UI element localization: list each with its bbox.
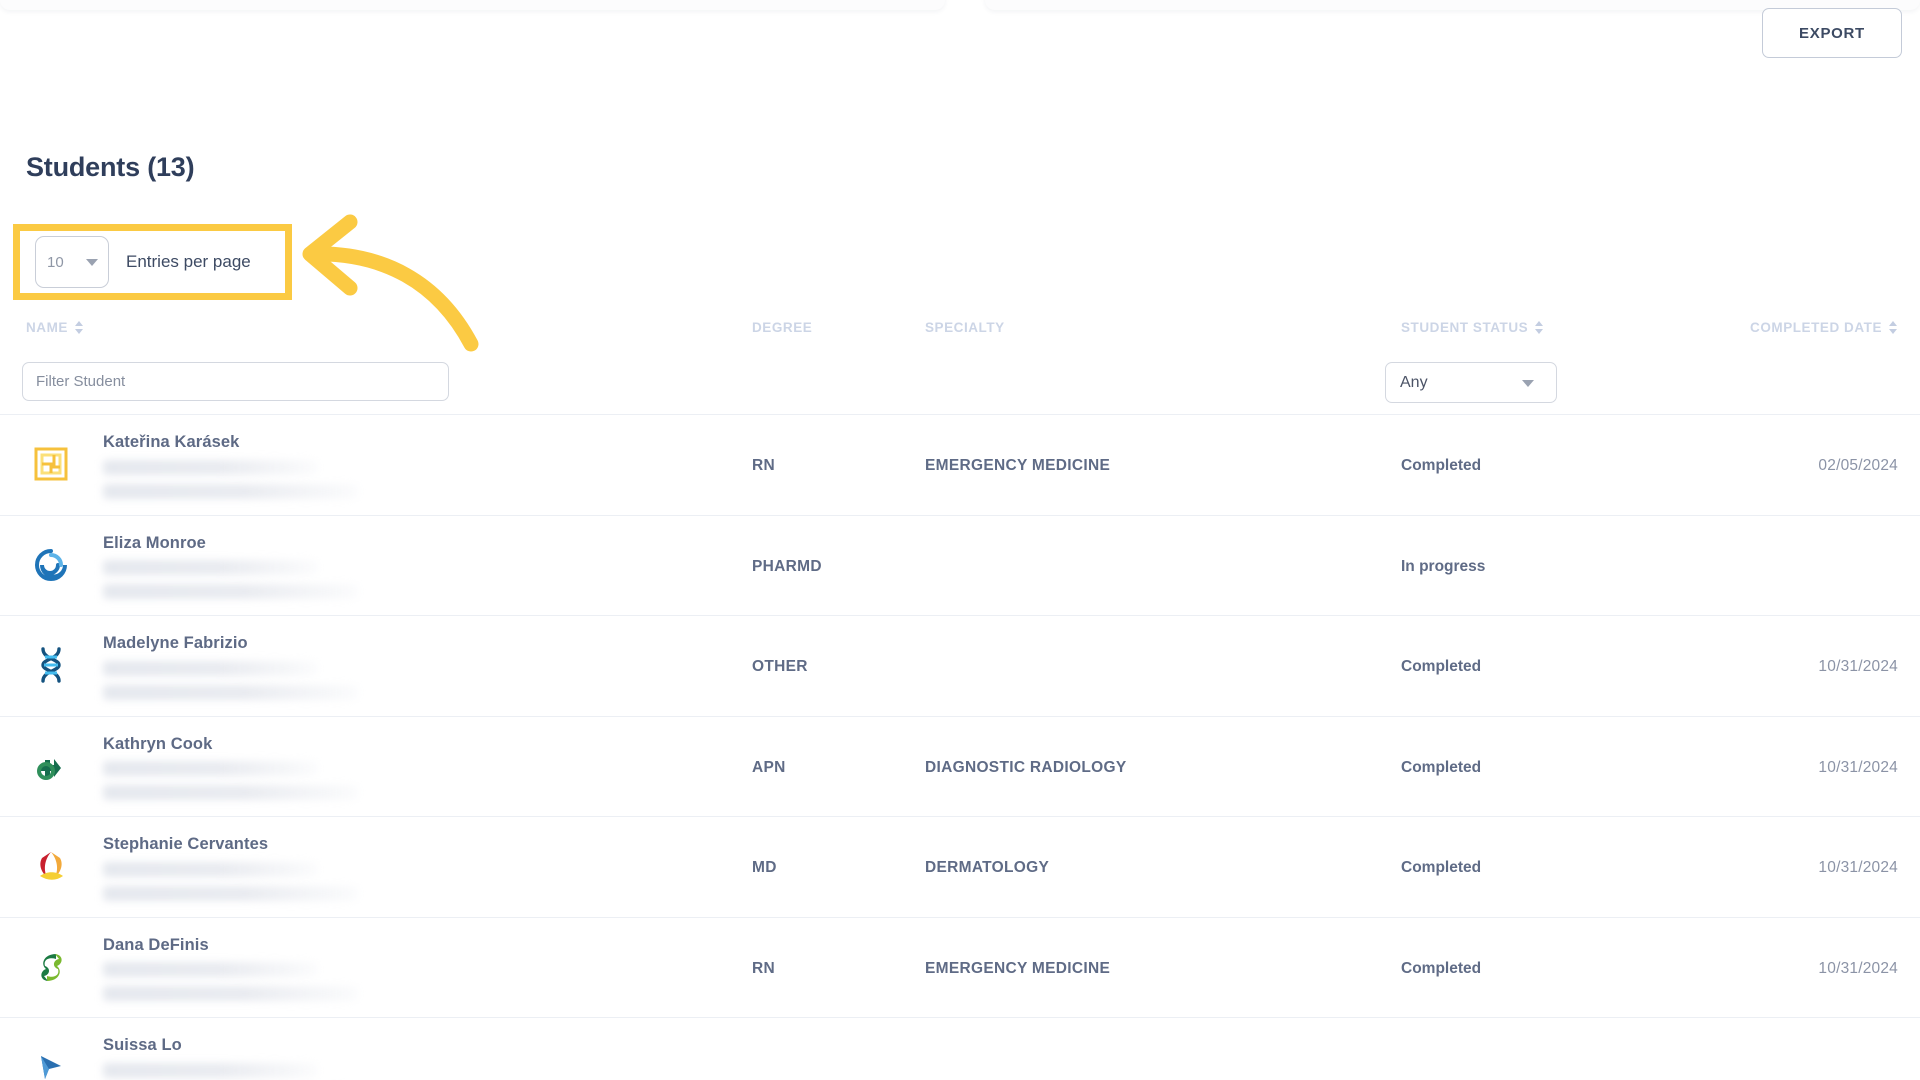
students-page: EXPORT Students (13) 10 Entries per page… — [0, 0, 1920, 1080]
degree-cell: OTHER — [752, 658, 808, 675]
student-name-cell[interactable]: Stephanie Cervantes — [103, 834, 723, 901]
status-filter-select[interactable]: Any — [1385, 362, 1557, 403]
student-name-cell[interactable]: Eliza Monroe — [103, 533, 723, 600]
redacted-detail-line — [103, 459, 318, 475]
column-header-name[interactable]: NAME — [26, 320, 84, 335]
completed-date-cell: 10/31/2024 — [1818, 658, 1898, 675]
filter-student-input[interactable] — [22, 362, 449, 401]
student-name: Kateřina Karásek — [103, 433, 240, 451]
table-row[interactable]: Kathryn Cook APN DIAGNOSTIC RADIOLOGY Compl… — [0, 717, 1920, 817]
column-header-degree-label: DEGREE — [752, 320, 813, 335]
student-status-cell: Completed — [1401, 859, 1482, 876]
completed-date-cell: 10/31/2024 — [1818, 758, 1898, 776]
entries-per-page-highlight — [13, 224, 292, 300]
redacted-detail-line — [103, 584, 358, 600]
student-status-cell: Completed — [1401, 959, 1482, 977]
student-name-cell[interactable]: Suissa Lo — [103, 1035, 723, 1080]
specialty-cell: EMERGENCY MEDICINE — [925, 457, 1111, 474]
redacted-detail-line — [103, 962, 318, 978]
table-filter-row: Any — [0, 354, 1920, 415]
degree-cell: MD — [752, 859, 777, 876]
column-header-name-label: NAME — [26, 320, 68, 335]
student-status-cell: Completed — [1401, 658, 1482, 675]
completed-date-cell: 10/31/2024 — [1818, 859, 1898, 876]
swirl-leaf-icon — [28, 942, 74, 992]
redacted-detail-line — [103, 1062, 318, 1078]
student-name-cell[interactable]: Kateřina Karásek — [103, 432, 723, 499]
spiral-logo-icon — [28, 540, 74, 590]
column-header-student-status[interactable]: STUDENT STATUS — [1401, 320, 1544, 335]
completed-date-cell: 02/05/2024 — [1818, 457, 1898, 474]
redacted-detail-line — [103, 483, 358, 499]
redacted-detail-line — [103, 761, 318, 777]
student-name: Kathryn Cook — [103, 734, 213, 753]
student-name-cell[interactable]: Madelyne Fabrizio — [103, 633, 723, 700]
table-row[interactable]: Madelyne Fabrizio OTHER Completed 10/31/202… — [0, 616, 1920, 717]
redacted-detail-line — [103, 986, 358, 1002]
column-header-specialty: SPECIALTY — [925, 320, 1005, 335]
table-row[interactable]: Dana DeFinis RN EMERGENCY MEDICINE Complete… — [0, 918, 1920, 1018]
specialty-cell: DERMATOLOGY — [925, 859, 1050, 876]
degree-cell: APN — [752, 758, 786, 776]
dna-helix-icon — [28, 640, 74, 690]
table-body: Kateřina Karásek RN EMERGENCY MEDICINE Comp… — [0, 415, 1920, 1080]
specialty-cell: EMERGENCY MEDICINE — [925, 959, 1111, 977]
redacted-detail-line — [103, 861, 318, 877]
top-panels-strip — [0, 0, 1920, 26]
sort-icon[interactable] — [74, 320, 84, 335]
specialty-cell: DIAGNOSTIC RADIOLOGY — [925, 758, 1127, 776]
tri-petal-icon — [28, 841, 74, 891]
table-header-row: NAME DEGREE SPECIALTY STUDENT STATUS COM… — [0, 306, 1920, 354]
column-header-degree: DEGREE — [752, 320, 812, 335]
redacted-detail-line — [103, 560, 318, 576]
students-table: NAME DEGREE SPECIALTY STUDENT STATUS COM… — [0, 306, 1920, 1080]
student-status-cell: Completed — [1401, 457, 1482, 474]
table-row[interactable]: Eliza Monroe PHARMD In progress — [0, 516, 1920, 616]
column-header-completed-date[interactable]: COMPLETED DATE — [1750, 320, 1898, 335]
page-title: Students (13) — [26, 152, 195, 182]
blue-arrow-icon — [28, 1042, 74, 1080]
redacted-detail-line — [103, 885, 358, 901]
student-name: Madelyne Fabrizio — [103, 634, 248, 652]
student-name: Eliza Monroe — [103, 533, 206, 552]
sort-icon[interactable] — [1889, 320, 1898, 335]
student-name-cell[interactable]: Dana DeFinis — [103, 935, 723, 1002]
sort-icon[interactable] — [1535, 320, 1544, 335]
chevron-down-icon — [1522, 379, 1534, 387]
degree-cell: PHARMD — [752, 557, 822, 575]
student-name: Stephanie Cervantes — [103, 835, 269, 853]
degree-cell: RN — [752, 959, 775, 977]
completed-date-cell: 10/31/2024 — [1818, 959, 1898, 977]
redacted-detail-line — [103, 785, 358, 801]
table-row[interactable]: Stephanie Cervantes MD DERMATOLOGY Complete… — [0, 817, 1920, 918]
column-header-specialty-label: SPECIALTY — [925, 320, 1005, 335]
column-header-completed-date-label: COMPLETED DATE — [1750, 320, 1882, 335]
export-button-label: EXPORT — [1799, 24, 1865, 42]
redacted-detail-line — [103, 684, 358, 700]
status-filter-value: Any — [1400, 373, 1428, 391]
student-name: Dana DeFinis — [103, 935, 209, 954]
table-row[interactable]: Suissa Lo — [0, 1018, 1920, 1080]
column-header-student-status-label: STUDENT STATUS — [1401, 320, 1529, 335]
redacted-detail-line — [103, 660, 318, 676]
degree-cell: RN — [752, 457, 775, 474]
student-status-cell: Completed — [1401, 758, 1482, 776]
table-row[interactable]: Kateřina Karásek RN EMERGENCY MEDICINE Comp… — [0, 415, 1920, 516]
student-status-cell: In progress — [1401, 557, 1486, 575]
student-name: Suissa Lo — [103, 1036, 182, 1054]
student-name-cell[interactable]: Kathryn Cook — [103, 734, 723, 801]
gear-arrow-icon — [28, 741, 74, 791]
maze-logo-icon — [28, 439, 74, 489]
panel-edge-left — [0, 0, 945, 10]
export-button[interactable]: EXPORT — [1762, 8, 1902, 58]
